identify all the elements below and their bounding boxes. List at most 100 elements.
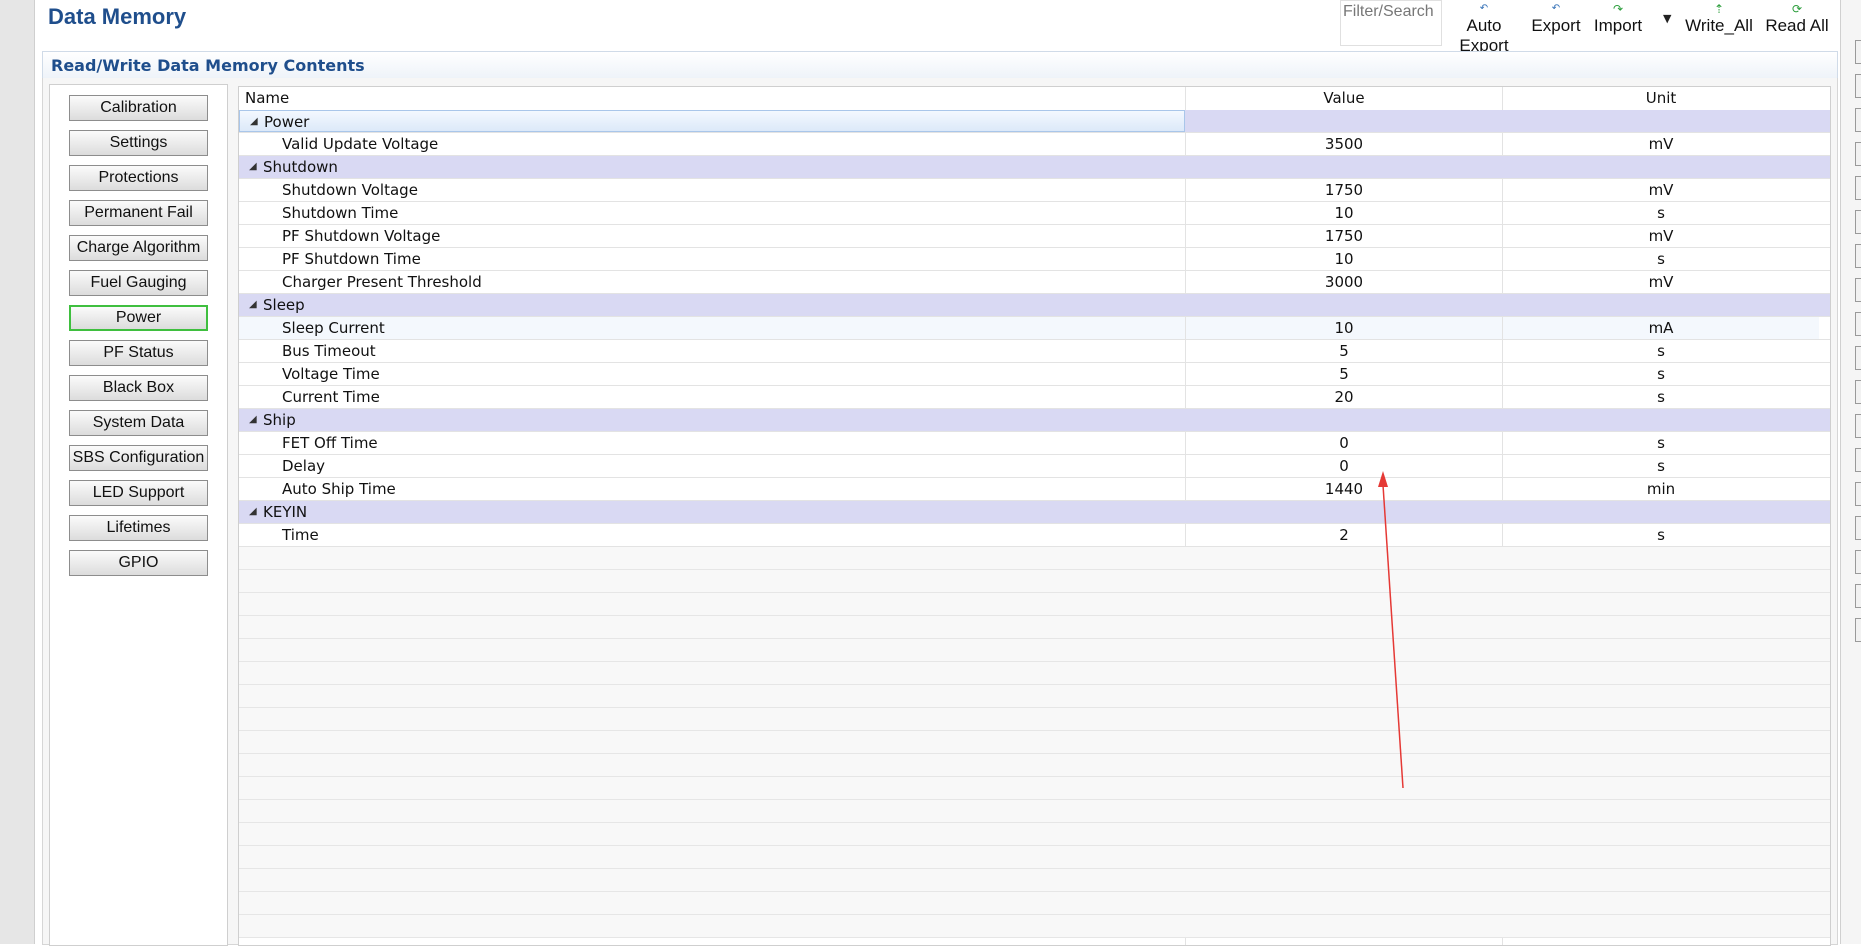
right-panel-button-stub[interactable] (1855, 244, 1861, 268)
nav-button-system-data[interactable]: System Data (69, 410, 208, 436)
value-cell[interactable]: 10 (1186, 202, 1502, 224)
empty-row (239, 662, 1830, 685)
value-cell[interactable]: 5 (1186, 340, 1502, 362)
right-panel-button-stub[interactable] (1855, 346, 1861, 370)
table-row[interactable]: Sleep Current 10 mA (239, 317, 1830, 340)
table-row[interactable]: PF Shutdown Voltage 1750 mV (239, 225, 1830, 248)
table-row[interactable]: FET Off Time 0 s (239, 432, 1830, 455)
group-row[interactable]: ◢ Ship (239, 409, 1830, 432)
triangle-expanded-icon[interactable]: ◢ (249, 501, 257, 523)
export-icon: ↶ (1551, 3, 1561, 14)
right-panel-button-stub[interactable] (1855, 40, 1861, 64)
read-all-button[interactable]: ⟳ Read All (1762, 2, 1832, 42)
nav-button-sbs-configuration[interactable]: SBS Configuration (69, 445, 208, 471)
right-panel-button-stub[interactable] (1855, 210, 1861, 234)
table-row[interactable]: Bus Timeout 5 s (239, 340, 1830, 363)
table-row[interactable]: PF Shutdown Time 10 s (239, 248, 1830, 271)
table-row[interactable]: Delay 0 s (239, 455, 1830, 478)
auto-export-button[interactable]: ↶ Auto Export (1444, 2, 1524, 55)
nav-button-led-support[interactable]: LED Support (69, 480, 208, 506)
export-label: Export (1531, 16, 1581, 35)
nav-button-permanent-fail[interactable]: Permanent Fail (69, 200, 208, 226)
export-button[interactable]: ↶ Export (1529, 2, 1583, 42)
triangle-expanded-icon[interactable]: ◢ (249, 294, 257, 316)
empty-row (239, 708, 1830, 731)
table-row[interactable]: Shutdown Voltage 1750 mV (239, 179, 1830, 202)
value-cell[interactable]: 5 (1186, 363, 1502, 385)
unit-cell: mV (1648, 135, 1674, 153)
empty-row (239, 892, 1830, 915)
table-row[interactable]: Auto Ship Time 1440 min (239, 478, 1830, 501)
right-panel-button-stub[interactable] (1855, 74, 1861, 98)
right-panel-button-stub[interactable] (1855, 516, 1861, 540)
value-cell[interactable]: 0 (1186, 432, 1502, 454)
filter-search-box[interactable] (1340, 0, 1442, 46)
nav-button-black-box[interactable]: Black Box (69, 375, 208, 401)
name-cell: Shutdown Voltage (239, 179, 1185, 201)
right-panel-button-stub[interactable] (1855, 414, 1861, 438)
right-panel-button-stub[interactable] (1855, 142, 1861, 166)
triangle-expanded-icon[interactable]: ◢ (249, 409, 257, 431)
nav-button-fuel-gauging[interactable]: Fuel Gauging (69, 270, 208, 296)
table-row[interactable]: Time 2 s (239, 524, 1830, 547)
nav-button-charge-algorithm[interactable]: Charge Algorithm (69, 235, 208, 261)
empty-row (239, 846, 1830, 869)
unit-cell (1503, 156, 1819, 178)
nav-button-protections[interactable]: Protections (69, 165, 208, 191)
value-cell[interactable]: 20 (1186, 386, 1502, 408)
group-row[interactable]: ◢ Shutdown (239, 156, 1830, 179)
right-panel-button-stub[interactable] (1855, 380, 1861, 404)
group-label: KEYIN (263, 503, 308, 521)
value-cell[interactable]: 10 (1186, 248, 1502, 270)
value-cell[interactable]: 1440 (1186, 478, 1502, 500)
value-cell[interactable]: 0 (1186, 455, 1502, 477)
right-panel-button-stub[interactable] (1855, 550, 1861, 574)
right-panel-button-stub[interactable] (1855, 448, 1861, 472)
group-row[interactable]: ◢ Power (239, 110, 1830, 133)
group-row[interactable]: ◢ Sleep (239, 294, 1830, 317)
value-cell (1186, 409, 1502, 431)
nav-button-power[interactable]: Power (69, 305, 208, 331)
table-row[interactable]: Shutdown Time 10 s (239, 202, 1830, 225)
table-row[interactable]: Current Time 20 s (239, 386, 1830, 409)
nav-button-lifetimes[interactable]: Lifetimes (69, 515, 208, 541)
nav-button-gpio[interactable]: GPIO (69, 550, 208, 576)
value-cell[interactable]: 3000 (1186, 271, 1502, 293)
column-header-name[interactable]: Name (245, 87, 289, 109)
column-header-value[interactable]: Value (1186, 87, 1502, 109)
value-cell[interactable]: 10 (1186, 317, 1502, 339)
right-panel-button-stub[interactable] (1855, 108, 1861, 132)
import-dropdown-icon[interactable]: ▼ (1663, 12, 1671, 25)
category-nav-panel: Calibration Settings Protections Permanent … (49, 84, 228, 946)
unit-cell: mV (1648, 227, 1674, 245)
value-cell[interactable]: 3500 (1186, 133, 1502, 155)
group-row[interactable]: ◢ KEYIN (239, 501, 1830, 524)
value-cell[interactable]: 1750 (1186, 179, 1502, 201)
right-panel-button-stub[interactable] (1855, 584, 1861, 608)
triangle-expanded-icon[interactable]: ◢ (250, 111, 258, 133)
table-row[interactable]: Voltage Time 5 s (239, 363, 1830, 386)
value-cell[interactable]: 2 (1186, 524, 1502, 546)
unit-cell: mV (1648, 273, 1674, 291)
name-cell: FET Off Time (239, 432, 1185, 454)
table-row[interactable]: Charger Present Threshold 3000 mV (239, 271, 1830, 294)
value-cell[interactable]: 1750 (1186, 225, 1502, 247)
nav-button-pf-status[interactable]: PF Status (69, 340, 208, 366)
nav-button-settings[interactable]: Settings (69, 130, 208, 156)
right-panel-button-stub[interactable] (1855, 618, 1861, 642)
right-panel-button-stub[interactable] (1855, 312, 1861, 336)
triangle-expanded-icon[interactable]: ◢ (249, 156, 257, 178)
column-header-unit[interactable]: Unit (1503, 87, 1819, 109)
name-cell: Current Time (239, 386, 1185, 408)
right-panel-button-stub[interactable] (1855, 278, 1861, 302)
nav-button-calibration[interactable]: Calibration (69, 95, 208, 121)
right-panel-button-stub[interactable] (1855, 482, 1861, 506)
write-all-button[interactable]: ⇡ Write_All (1682, 2, 1756, 42)
import-button[interactable]: ↷ Import (1588, 2, 1648, 42)
filter-search-input[interactable] (1341, 3, 1441, 21)
right-panel-button-stub[interactable] (1855, 176, 1861, 200)
empty-row (239, 731, 1830, 754)
name-cell: Valid Update Voltage (239, 133, 1185, 155)
table-row[interactable]: Valid Update Voltage 3500 mV (239, 133, 1830, 156)
empty-row (239, 800, 1830, 823)
